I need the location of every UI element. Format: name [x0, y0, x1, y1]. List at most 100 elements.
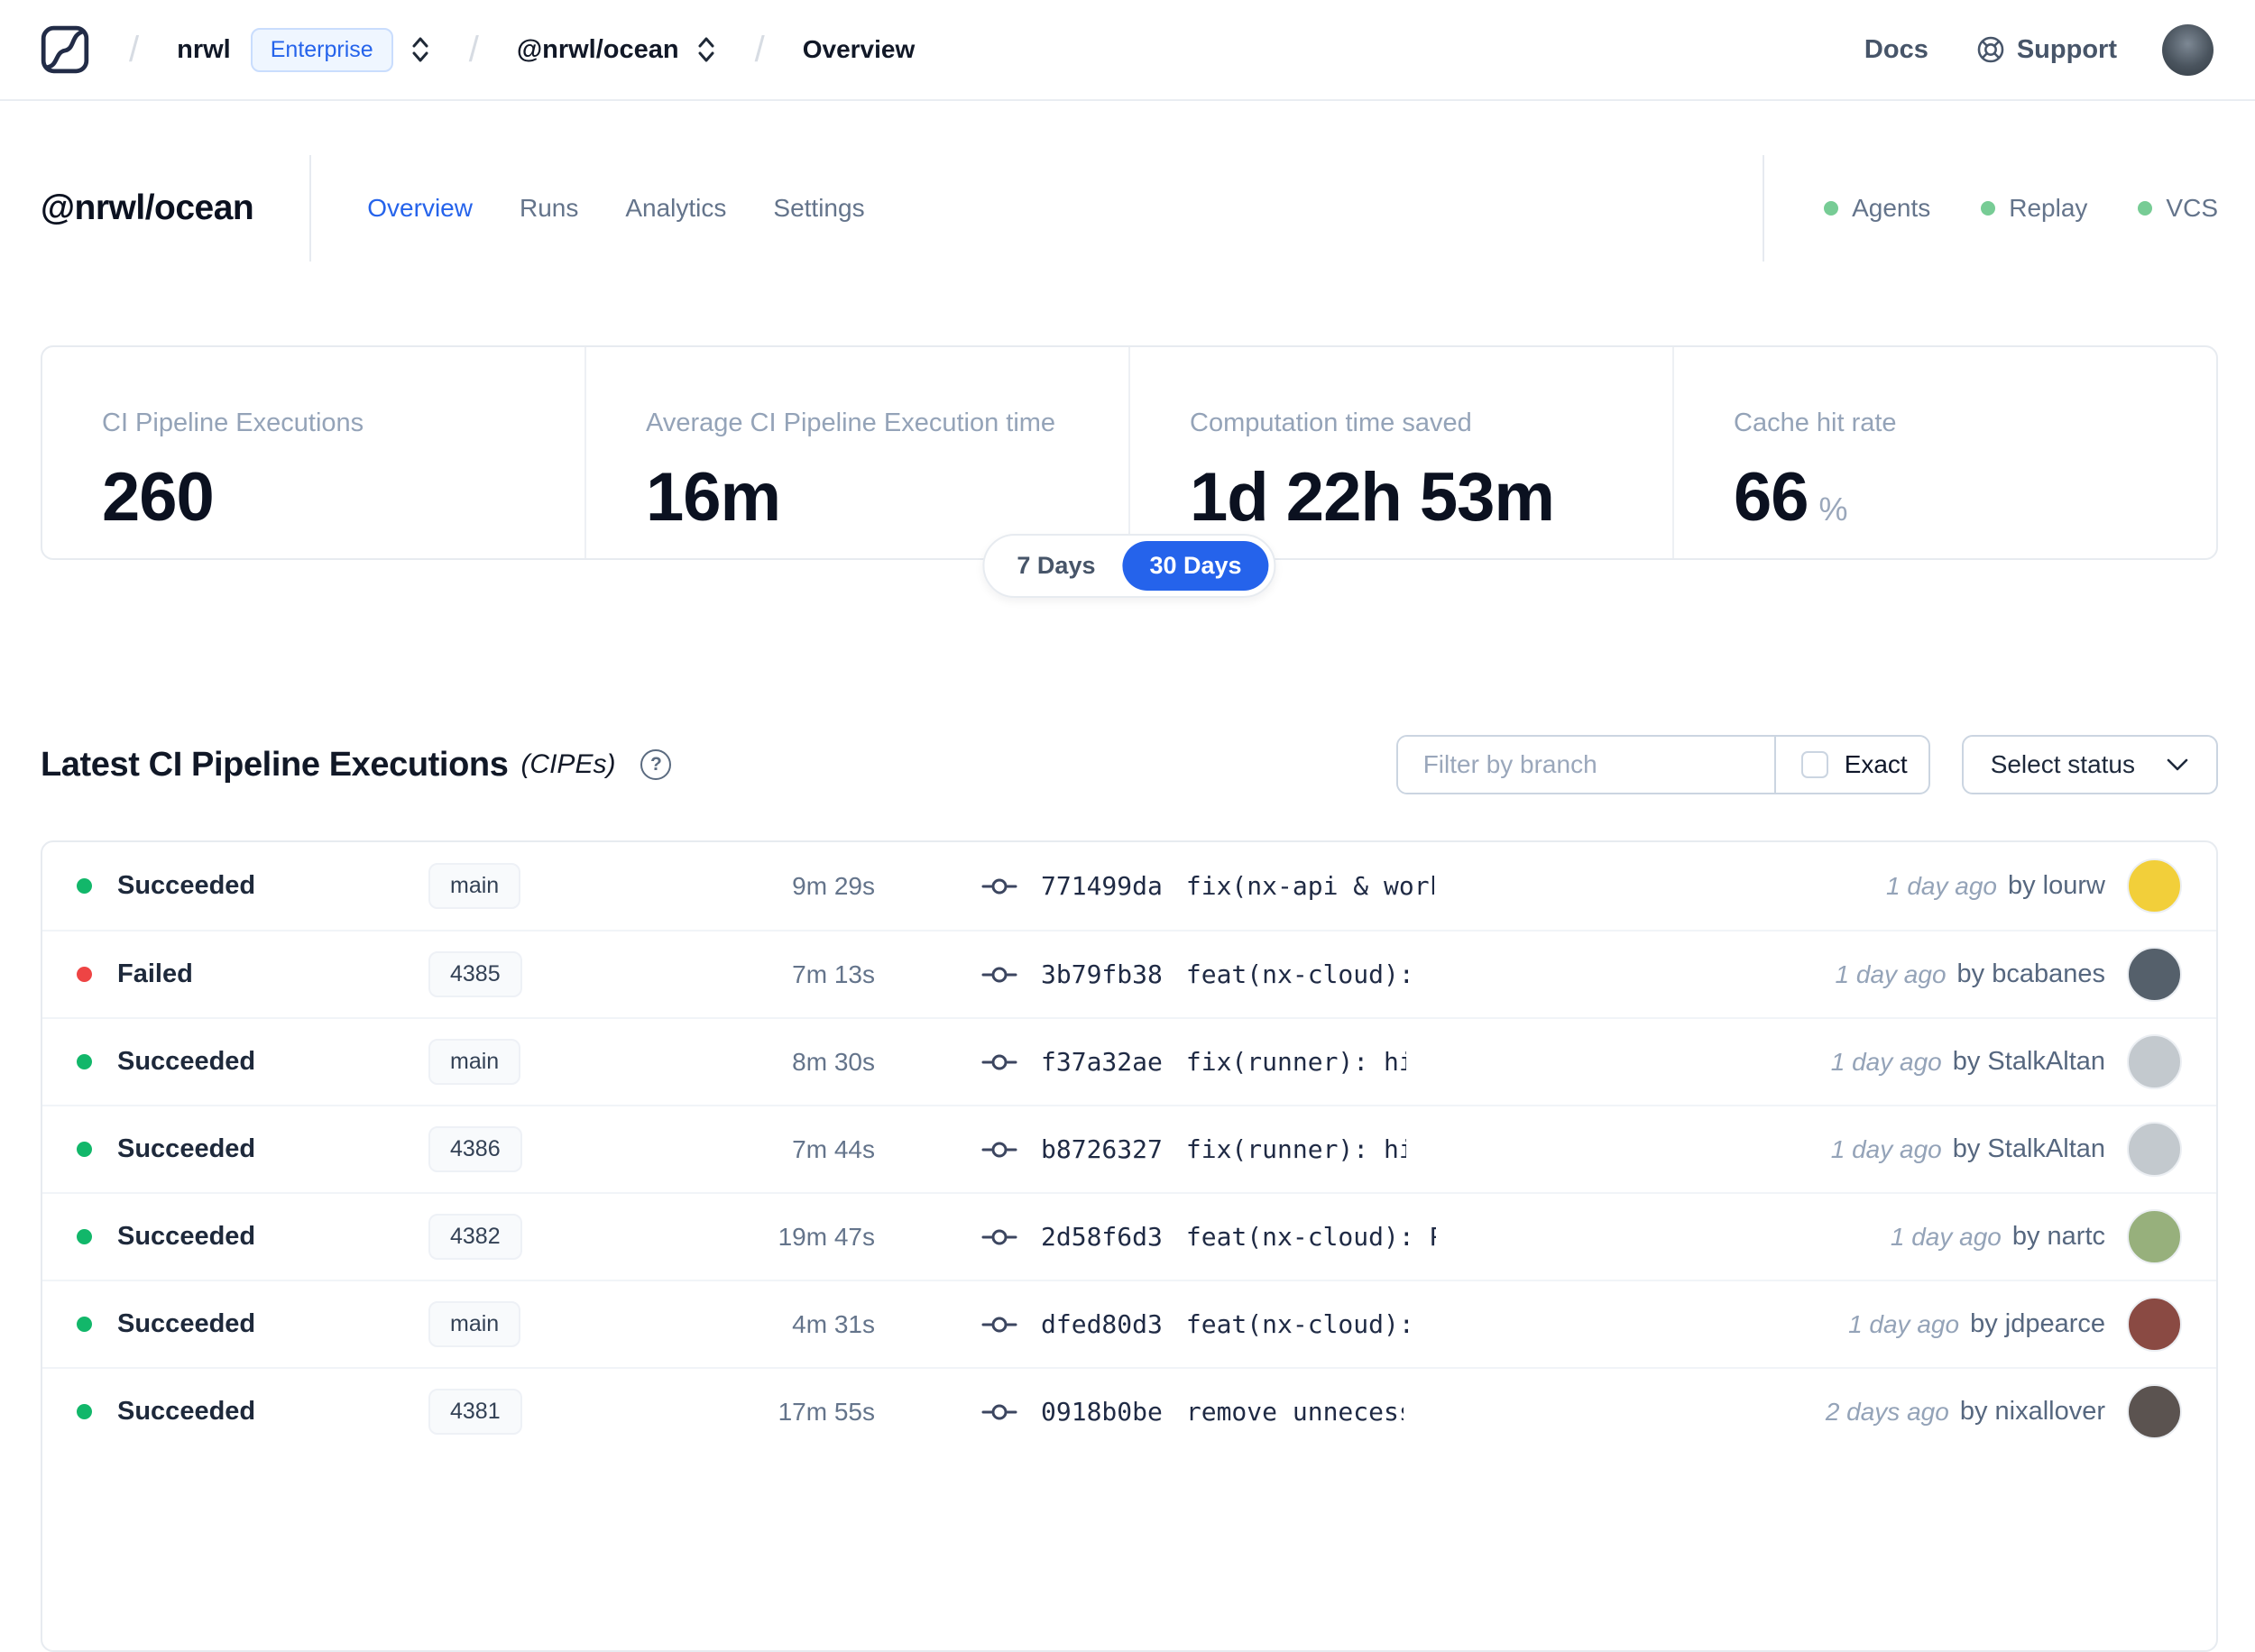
- cipe-section-header: Latest CI Pipeline Executions (CIPEs) ? …: [41, 732, 2218, 797]
- stat-label: CI Pipeline Executions: [102, 408, 364, 437]
- status-dot: [77, 878, 92, 894]
- divider: [1763, 155, 1765, 262]
- table-row[interactable]: Succeeded 4382 19m 47s 2d58f6d3 feat(nx-…: [42, 1192, 2216, 1280]
- tab-overview[interactable]: Overview: [367, 194, 473, 223]
- stat-label: Cache hit rate: [1734, 408, 1897, 437]
- support-label: Support: [2016, 34, 2117, 64]
- author-avatar: [2127, 858, 2182, 913]
- timestamp: 1 day ago: [1886, 871, 1997, 900]
- docs-link[interactable]: Docs: [1864, 35, 1928, 65]
- table-row[interactable]: Succeeded main 4m 31s dfed80d3 feat(nx-c…: [42, 1280, 2216, 1367]
- green-dot-icon: [1981, 201, 1996, 216]
- commit-message: feat(nx-cloud): PermissionError and N…: [1185, 1222, 1436, 1252]
- author: by lourw: [2008, 871, 2105, 900]
- commit-message: fix(nx-api & workflows): close workfl…: [1185, 871, 1434, 901]
- breadcrumb-org[interactable]: nrwl: [177, 35, 231, 65]
- range-7-days-button[interactable]: 7 Days: [989, 541, 1122, 591]
- status-label: Replay: [2009, 194, 2088, 222]
- branch-badge: 4381: [428, 1389, 522, 1435]
- duration-text: 7m 13s: [792, 959, 875, 988]
- duration-text: 9m 29s: [792, 871, 875, 900]
- author-avatar: [2127, 1297, 2182, 1352]
- page-title: @nrwl/ocean: [41, 188, 254, 227]
- table-row[interactable]: Succeeded 4386 7m 44s b8726327 fix(runne…: [42, 1105, 2216, 1192]
- timestamp: 1 day ago: [1830, 1047, 1942, 1076]
- tab-runs[interactable]: Runs: [520, 194, 578, 223]
- branch-badge: 4382: [428, 1214, 522, 1260]
- status-select-label: Select status: [1990, 750, 2135, 778]
- commit-message: remove unnecessary invalidation: [1185, 1397, 1404, 1427]
- cipe-title: Latest CI Pipeline Executions: [41, 745, 509, 784]
- tab-settings[interactable]: Settings: [773, 194, 864, 223]
- branch-badge: 4386: [428, 1126, 522, 1172]
- table-row[interactable]: Succeeded main 9m 29s 771499da fix(nx-ap…: [42, 842, 2216, 930]
- chevron-down-icon: [2167, 758, 2188, 771]
- author: by nartc: [2011, 1222, 2106, 1251]
- git-commit-icon: [981, 1404, 1017, 1419]
- status-select-dropdown[interactable]: Select status: [1961, 735, 2218, 794]
- table-row[interactable]: Succeeded main 8m 30s f37a32ae fix(runne…: [42, 1017, 2216, 1105]
- commit-hash: 3b79fb38: [1041, 959, 1163, 989]
- commit-message: fix(runner): hide log upload errors b…: [1185, 1134, 1406, 1164]
- status-text: Succeeded: [117, 1397, 256, 1426]
- stats-cards: CI Pipeline Executions 260 Average CI Pi…: [41, 345, 2218, 598]
- branch-filter-input[interactable]: [1397, 737, 1774, 793]
- cipe-subtitle: (CIPEs): [520, 749, 616, 779]
- tab-analytics[interactable]: Analytics: [625, 194, 726, 223]
- stat-value: 260: [102, 459, 215, 536]
- support-link[interactable]: Support: [1975, 34, 2117, 65]
- stat-value: 16m: [646, 459, 781, 536]
- user-avatar[interactable]: [2162, 23, 2214, 76]
- author: by nixallover: [1959, 1397, 2105, 1426]
- timestamp: 2 days ago: [1825, 1397, 1949, 1426]
- stat-label: Computation time saved: [1190, 408, 1472, 437]
- author: by StalkAltan: [1952, 1047, 2106, 1076]
- status-dot: [77, 967, 92, 982]
- branch-badge: main: [428, 1039, 521, 1085]
- commit-hash: dfed80d3: [1041, 1309, 1163, 1339]
- range-30-days-button[interactable]: 30 Days: [1122, 541, 1269, 591]
- status-dot: [77, 1404, 92, 1419]
- commit-message: fix(runner): hide log upload errors b…: [1185, 1047, 1406, 1077]
- status-replay[interactable]: Replay: [1981, 194, 2087, 223]
- git-commit-icon: [981, 1142, 1017, 1157]
- author-avatar: [2127, 1122, 2183, 1177]
- nx-cloud-logo-icon[interactable]: [39, 23, 91, 76]
- workspace-header: @nrwl/ocean Overview Runs Analytics Sett…: [41, 155, 2218, 262]
- commit-message: feat(nx-cloud): refactor UI component…: [1185, 959, 1409, 989]
- green-dot-icon: [1824, 201, 1839, 216]
- status-text: Succeeded: [117, 871, 256, 900]
- org-switcher-chevron-icon[interactable]: [410, 34, 431, 65]
- status-agents[interactable]: Agents: [1824, 194, 1930, 223]
- green-dot-icon: [2138, 201, 2153, 216]
- percent-suffix: %: [1818, 491, 1848, 528]
- branch-badge: main: [428, 863, 521, 909]
- status-dot: [77, 1142, 92, 1157]
- exact-checkbox[interactable]: [1800, 751, 1828, 778]
- table-row[interactable]: Succeeded 4381 17m 55s 0918b0be remove u…: [42, 1367, 2216, 1455]
- duration-text: 7m 44s: [792, 1134, 875, 1163]
- breadcrumb-slash: /: [129, 29, 140, 69]
- timestamp: 1 day ago: [1835, 959, 1947, 988]
- breadcrumb-workspace[interactable]: @nrwl/ocean: [517, 35, 679, 65]
- duration-text: 4m 31s: [792, 1309, 875, 1338]
- stat-value: 1d 22h 53m: [1190, 459, 1555, 536]
- enterprise-badge[interactable]: Enterprise: [250, 27, 393, 72]
- help-icon[interactable]: ?: [640, 749, 672, 780]
- commit-hash: 0918b0be: [1041, 1397, 1163, 1427]
- top-navbar: / nrwl Enterprise / @nrwl/ocean / Overvi…: [0, 0, 2255, 101]
- status-dot: [77, 1054, 92, 1069]
- author-avatar: [2127, 947, 2182, 1002]
- status-dot: [77, 1229, 92, 1244]
- commit-hash: b8726327: [1041, 1134, 1163, 1164]
- author-avatar: [2127, 1384, 2182, 1439]
- breadcrumb-slash: /: [754, 29, 765, 69]
- author: by jdpearce: [1970, 1309, 2105, 1338]
- status-vcs[interactable]: VCS: [2138, 194, 2218, 223]
- commit-message: feat(nx-cloud): add time-saved end po…: [1185, 1309, 1415, 1339]
- exact-label: Exact: [1844, 750, 1908, 778]
- workspace-switcher-chevron-icon[interactable]: [695, 34, 717, 65]
- table-row[interactable]: Failed 4385 7m 13s 3b79fb38 feat(nx-clou…: [42, 930, 2216, 1017]
- stat-label: Average CI Pipeline Execution time: [646, 408, 1056, 437]
- duration-text: 8m 30s: [792, 1047, 875, 1076]
